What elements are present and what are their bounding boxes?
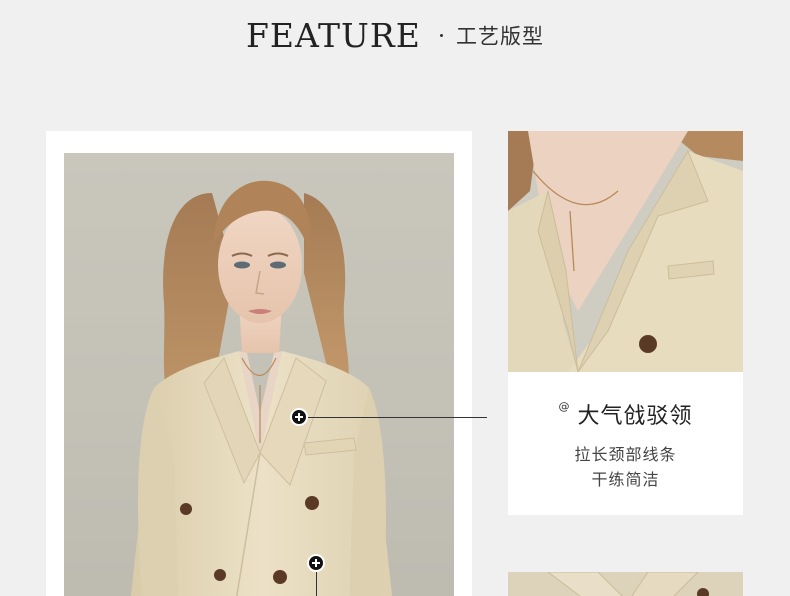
model-illustration	[130, 180, 393, 596]
plus-circle-icon[interactable]	[290, 408, 308, 426]
feature-page: FEATURE 工艺版型 @ 大气戗驳领 拉长颈部线条 干练简洁	[0, 0, 790, 596]
plus-circle-icon[interactable]	[307, 554, 325, 572]
detail-at-symbol: @	[558, 400, 570, 413]
header-title-cn: 工艺版型	[455, 24, 544, 49]
next-detail-photo	[508, 572, 743, 596]
collar-detail-photo	[508, 131, 743, 372]
next-detail-illustration	[508, 572, 743, 596]
main-photo-frame	[46, 131, 472, 596]
model-photo	[64, 153, 454, 596]
detail-desc-line-1: 拉长颈部线条	[574, 445, 677, 464]
detail-desc-line-2: 干练简洁	[591, 470, 660, 489]
detail-title: 大气戗驳领	[577, 404, 693, 429]
feature-header: FEATURE 工艺版型	[0, 16, 790, 60]
header-separator-dot	[439, 34, 443, 37]
callout-line-button	[316, 572, 317, 596]
detail-title-row: @ 大气戗驳领	[508, 398, 743, 430]
header-title-en: FEATURE	[246, 16, 421, 55]
collar-illustration	[508, 131, 743, 372]
detail-description-card: @ 大气戗驳领 拉长颈部线条 干练简洁	[508, 372, 743, 515]
detail-description: 拉长颈部线条 干练简洁	[508, 442, 743, 492]
callout-line-collar	[307, 417, 487, 418]
